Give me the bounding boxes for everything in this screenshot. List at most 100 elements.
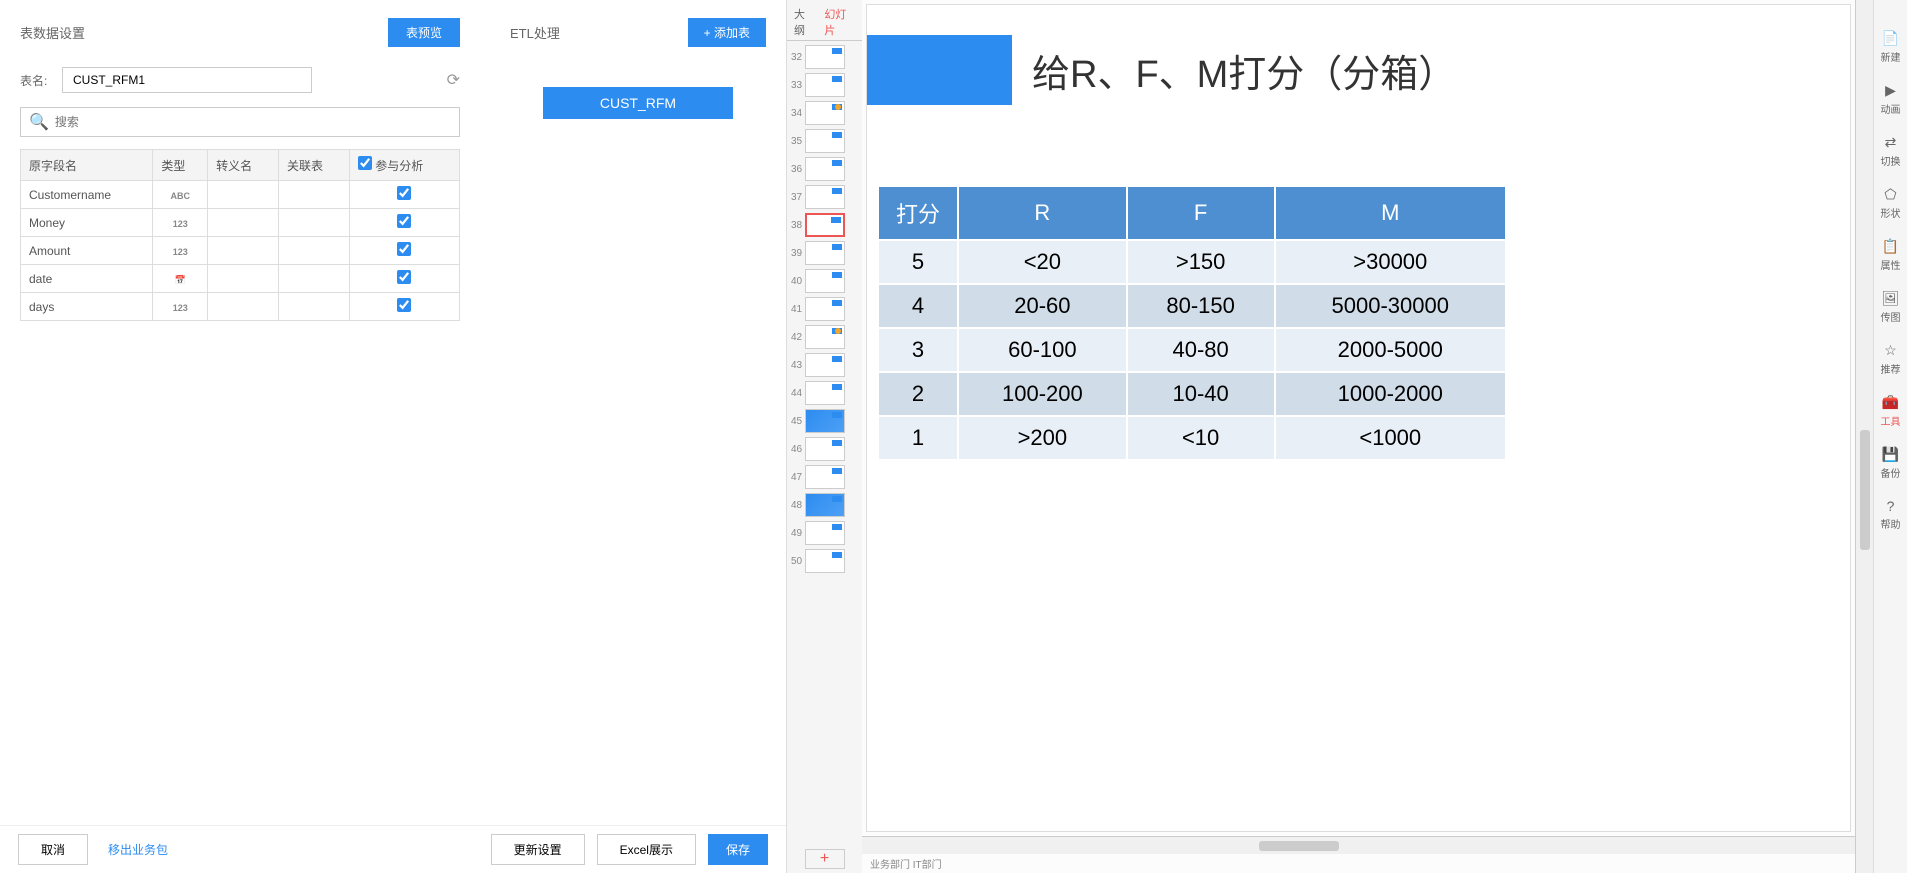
tool-切换[interactable]: ⇄切换	[1881, 134, 1901, 168]
tool-传图[interactable]: 🖼传图	[1881, 290, 1901, 324]
move-package-link[interactable]: 移出业务包	[108, 841, 168, 858]
etl-title: ETL处理	[510, 23, 560, 42]
preview-button[interactable]: 表预览	[388, 18, 460, 47]
cancel-button[interactable]: 取消	[18, 834, 88, 865]
slide-number: 48	[791, 500, 802, 511]
field-alias[interactable]	[208, 293, 279, 321]
vertical-scrollbar[interactable]	[1855, 0, 1873, 873]
score-cell: 10-40	[1127, 372, 1275, 416]
tool-动画[interactable]: ▶动画	[1881, 82, 1901, 116]
excel-show-button[interactable]: Excel展示	[597, 834, 696, 865]
table-settings-column: 表数据设置 表预览 表名: ⟳ 🔍 原字段名 类型 转义名 关联表	[20, 18, 460, 321]
slide-canvas[interactable]: 给R、F、M打分（分箱） 打分RFM 5<20>150>30000420-608…	[866, 4, 1851, 832]
field-alias[interactable]	[208, 265, 279, 293]
slide-thumbnail[interactable]: 44	[791, 381, 858, 405]
tool-label: 帮助	[1881, 516, 1901, 531]
slide-thumbnail[interactable]: 39	[791, 241, 858, 265]
add-slide-button[interactable]: +	[805, 849, 845, 869]
field-alias[interactable]	[208, 209, 279, 237]
slide-thumbnail[interactable]: 48	[791, 493, 858, 517]
field-type: 123	[153, 293, 208, 321]
participate-checkbox[interactable]	[397, 186, 411, 200]
tool-新建[interactable]: 📄新建	[1881, 30, 1901, 64]
score-cell: 5	[878, 240, 958, 284]
horizontal-scrollbar[interactable]	[862, 836, 1855, 854]
slide-thumbnail[interactable]: 43	[791, 353, 858, 377]
score-cell: >200	[958, 416, 1127, 460]
tool-形状[interactable]: ⬠形状	[1881, 186, 1901, 220]
tool-label: 属性	[1881, 257, 1901, 272]
table-name-input[interactable]	[62, 67, 312, 93]
score-row: 360-10040-802000-5000	[878, 328, 1506, 372]
slide-number: 47	[791, 472, 802, 483]
field-alias[interactable]	[208, 237, 279, 265]
field-alias[interactable]	[208, 181, 279, 209]
score-cell: <10	[1127, 416, 1275, 460]
slide-thumbnail[interactable]: 41	[791, 297, 858, 321]
field-reltable[interactable]	[279, 237, 350, 265]
slide-thumbnail[interactable]: 35	[791, 129, 858, 153]
tool-帮助[interactable]: ?帮助	[1881, 498, 1901, 531]
切换-icon: ⇄	[1885, 134, 1897, 151]
field-name: Money	[21, 209, 153, 237]
slide-tab[interactable]: 幻灯片	[821, 4, 858, 40]
field-reltable[interactable]	[279, 293, 350, 321]
tool-sidebar: 📄新建 ▶动画 ⇄切换 ⬠形状 📋 属性 🖼传图 ☆推荐 🧰工具 💾备份 ?帮助	[1873, 0, 1907, 873]
participate-checkbox[interactable]	[397, 270, 411, 284]
形状-icon: ⬠	[1884, 186, 1896, 203]
slide-thumbnail[interactable]: 33	[791, 73, 858, 97]
thumbnails-list[interactable]: 32 33 34 35 36 37 38 39 40 41 42 43 44 45 46 47 48 49 50	[787, 41, 862, 845]
slide-thumbnail[interactable]: 47	[791, 465, 858, 489]
slide-area: 给R、F、M打分（分箱） 打分RFM 5<20>150>30000420-608…	[862, 0, 1855, 873]
refresh-icon[interactable]: ⟳	[447, 70, 460, 90]
participate-checkbox[interactable]	[397, 214, 411, 228]
participate-checkbox[interactable]	[397, 298, 411, 312]
field-reltable[interactable]	[279, 209, 350, 237]
slide-number: 39	[791, 248, 802, 259]
search-input[interactable]	[55, 115, 451, 129]
slide-number: 46	[791, 444, 802, 455]
slide-thumbnail[interactable]: 34	[791, 101, 858, 125]
data-config-panel: 表数据设置 表预览 表名: ⟳ 🔍 原字段名 类型 转义名 关联表	[0, 0, 786, 873]
field-type: 📅	[153, 265, 208, 293]
col-alias: 转义名	[208, 150, 279, 181]
slide-thumbnail[interactable]: 37	[791, 185, 858, 209]
tool-工具[interactable]: 🧰工具	[1881, 394, 1901, 428]
score-row: 5<20>150>30000	[878, 240, 1506, 284]
score-cell: 2	[878, 372, 958, 416]
slide-thumbnail[interactable]: 45	[791, 409, 858, 433]
score-cell: 100-200	[958, 372, 1127, 416]
field-reltable[interactable]	[279, 181, 350, 209]
outline-tab[interactable]: 大纲	[791, 4, 817, 40]
slide-number: 34	[791, 108, 802, 119]
slide-thumbnail[interactable]: 36	[791, 157, 858, 181]
title-accent-block	[867, 35, 1012, 105]
slide-number: 33	[791, 80, 802, 91]
participate-checkbox[interactable]	[397, 242, 411, 256]
slide-thumbnail[interactable]: 40	[791, 269, 858, 293]
slide-number: 42	[791, 332, 802, 343]
update-settings-button[interactable]: 更新设置	[491, 834, 585, 865]
participate-all-checkbox[interactable]	[358, 156, 372, 170]
field-reltable[interactable]	[279, 265, 350, 293]
field-name: date	[21, 265, 153, 293]
field-row: Amount 123	[21, 237, 460, 265]
save-button[interactable]: 保存	[708, 834, 768, 865]
tool-备份[interactable]: 💾备份	[1881, 446, 1901, 480]
col-reltable: 关联表	[279, 150, 350, 181]
slide-thumbnail[interactable]: 50	[791, 549, 858, 573]
etl-node[interactable]: CUST_RFM	[543, 87, 733, 119]
属性-icon: 📋	[1882, 238, 1899, 255]
add-table-button[interactable]: + 添加表	[688, 18, 766, 47]
score-cell: 4	[878, 284, 958, 328]
slide-thumbnail[interactable]: 42	[791, 325, 858, 349]
tool-属性[interactable]: 📋 属性	[1881, 238, 1901, 272]
slide-thumbnail[interactable]: 32	[791, 45, 858, 69]
field-row: days 123	[21, 293, 460, 321]
slide-thumbnail[interactable]: 49	[791, 521, 858, 545]
slide-thumbnail[interactable]: 46	[791, 437, 858, 461]
slide-number: 35	[791, 136, 802, 147]
slide-thumbnail[interactable]: 38	[791, 213, 858, 237]
slide-number: 36	[791, 164, 802, 175]
tool-推荐[interactable]: ☆推荐	[1881, 342, 1901, 376]
